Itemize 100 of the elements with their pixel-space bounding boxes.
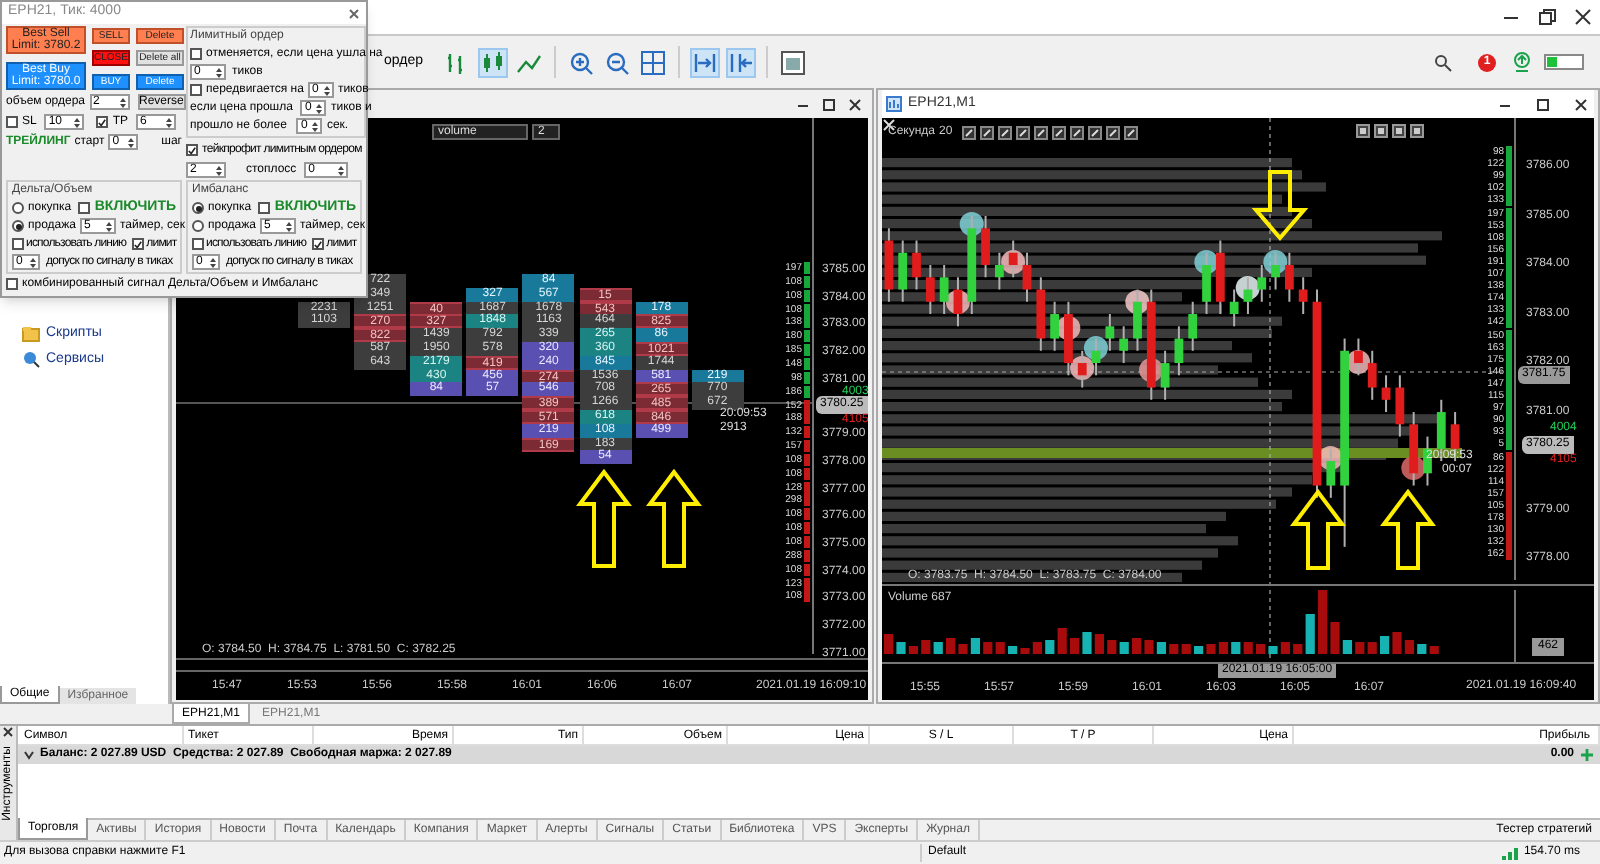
candlestick-icon[interactable]	[479, 49, 505, 75]
candle	[981, 215, 990, 279]
checkbox[interactable]	[96, 116, 109, 128]
candle	[1243, 276, 1253, 316]
candle	[1326, 447, 1336, 499]
zoom-out-icon[interactable]	[603, 49, 629, 75]
checkbox[interactable]	[186, 144, 198, 156]
candle	[939, 264, 949, 316]
signal-bars-icon	[1501, 847, 1518, 859]
candle	[1271, 251, 1280, 291]
candle	[1091, 337, 1101, 377]
drawing-tool-icon[interactable]	[1034, 126, 1049, 140]
radio-button[interactable]	[12, 202, 24, 214]
checkbox[interactable]	[78, 202, 91, 214]
check-icon	[134, 239, 143, 249]
shift-chart-icon[interactable]	[727, 49, 753, 75]
drawing-tool-icon[interactable]	[962, 126, 977, 140]
candle	[1285, 251, 1294, 303]
zoom-in-icon[interactable]	[567, 49, 593, 75]
candle	[1050, 300, 1059, 352]
drawing-tool-icon[interactable]	[1016, 126, 1031, 140]
close-icon[interactable]	[348, 7, 360, 19]
collapse-icon[interactable]	[24, 750, 34, 760]
signal-icon	[1512, 52, 1532, 72]
candle	[898, 239, 908, 303]
candle	[967, 215, 977, 316]
candle	[884, 227, 894, 303]
candle	[1381, 374, 1391, 414]
checkbox[interactable]	[190, 48, 202, 60]
spinner-arrows-icon	[126, 135, 137, 149]
candle	[1008, 239, 1018, 279]
spinner-arrows-icon	[214, 65, 224, 79]
candle	[1146, 288, 1156, 401]
spinner-arrows-icon	[208, 255, 218, 269]
arrow-annotation	[1290, 488, 1346, 570]
radio-button[interactable]	[192, 202, 204, 214]
candle	[1105, 313, 1115, 352]
spinner-arrows-icon	[72, 115, 83, 129]
checkbox[interactable]	[6, 116, 18, 128]
checkbox[interactable]	[190, 84, 202, 96]
drawing-tool-icon[interactable]	[1106, 126, 1121, 140]
candle	[1409, 411, 1419, 487]
candle	[1022, 251, 1032, 303]
checkbox[interactable]	[258, 202, 271, 214]
spinner-arrows-icon	[310, 119, 321, 133]
checkbox[interactable]	[6, 278, 18, 290]
template-icon[interactable]	[779, 49, 805, 75]
candle	[1077, 349, 1087, 389]
drawing-tool-icon[interactable]	[998, 126, 1013, 140]
candle	[1298, 276, 1308, 316]
spinner-arrows-icon	[28, 255, 38, 269]
check-icon	[98, 117, 107, 127]
spinner-arrows-icon	[283, 219, 294, 233]
checkbox[interactable]	[132, 238, 145, 250]
candle	[1160, 349, 1170, 401]
check-icon	[188, 145, 196, 155]
search-icon[interactable]	[1434, 53, 1452, 71]
candle	[1174, 325, 1184, 377]
drawing-tool-icon[interactable]	[1124, 126, 1139, 140]
radio-button[interactable]	[12, 220, 24, 232]
candle	[1229, 288, 1239, 328]
checkbox[interactable]	[12, 238, 24, 250]
spinner-arrows-icon	[314, 101, 325, 115]
candle	[1188, 300, 1198, 352]
close-icon[interactable]	[1574, 97, 1588, 111]
spinner-arrows-icon	[321, 83, 332, 97]
maximize-icon[interactable]	[1536, 97, 1550, 111]
spinner-arrows-icon	[214, 163, 224, 177]
close-icon[interactable]	[848, 97, 862, 111]
checkbox[interactable]	[192, 238, 204, 250]
drawing-tool-icon[interactable]	[1070, 126, 1085, 140]
candle	[1036, 276, 1046, 352]
arrow-annotation	[1380, 488, 1436, 570]
scroll-end-icon[interactable]	[691, 49, 717, 75]
candle	[925, 264, 935, 316]
services-icon	[22, 350, 40, 369]
close-icon[interactable]	[1574, 8, 1592, 26]
spinner-arrows-icon	[103, 219, 114, 233]
checkbox[interactable]	[312, 238, 325, 250]
candle	[1215, 239, 1225, 316]
close-icon[interactable]	[2, 726, 14, 738]
candle	[953, 276, 963, 328]
candle	[1133, 288, 1142, 352]
maximize-icon[interactable]	[822, 97, 836, 111]
candle	[1395, 374, 1405, 438]
connection-meter-icon	[1544, 54, 1584, 70]
arrow-annotation	[646, 468, 702, 568]
arrow-annotation	[576, 468, 632, 568]
radio-button[interactable]	[192, 220, 204, 232]
grid-icon[interactable]	[639, 49, 665, 75]
drawing-tool-icon[interactable]	[1088, 126, 1103, 140]
restore-icon[interactable]	[1538, 8, 1556, 26]
drawing-tool-icon[interactable]	[980, 126, 995, 140]
candle	[1354, 337, 1363, 377]
candle	[1367, 349, 1377, 401]
arrow-annotation	[1251, 170, 1309, 242]
candle	[995, 251, 1004, 291]
script-folder-icon	[22, 326, 40, 343]
drawing-tool-icon[interactable]	[1052, 126, 1067, 140]
candle	[1119, 325, 1129, 365]
